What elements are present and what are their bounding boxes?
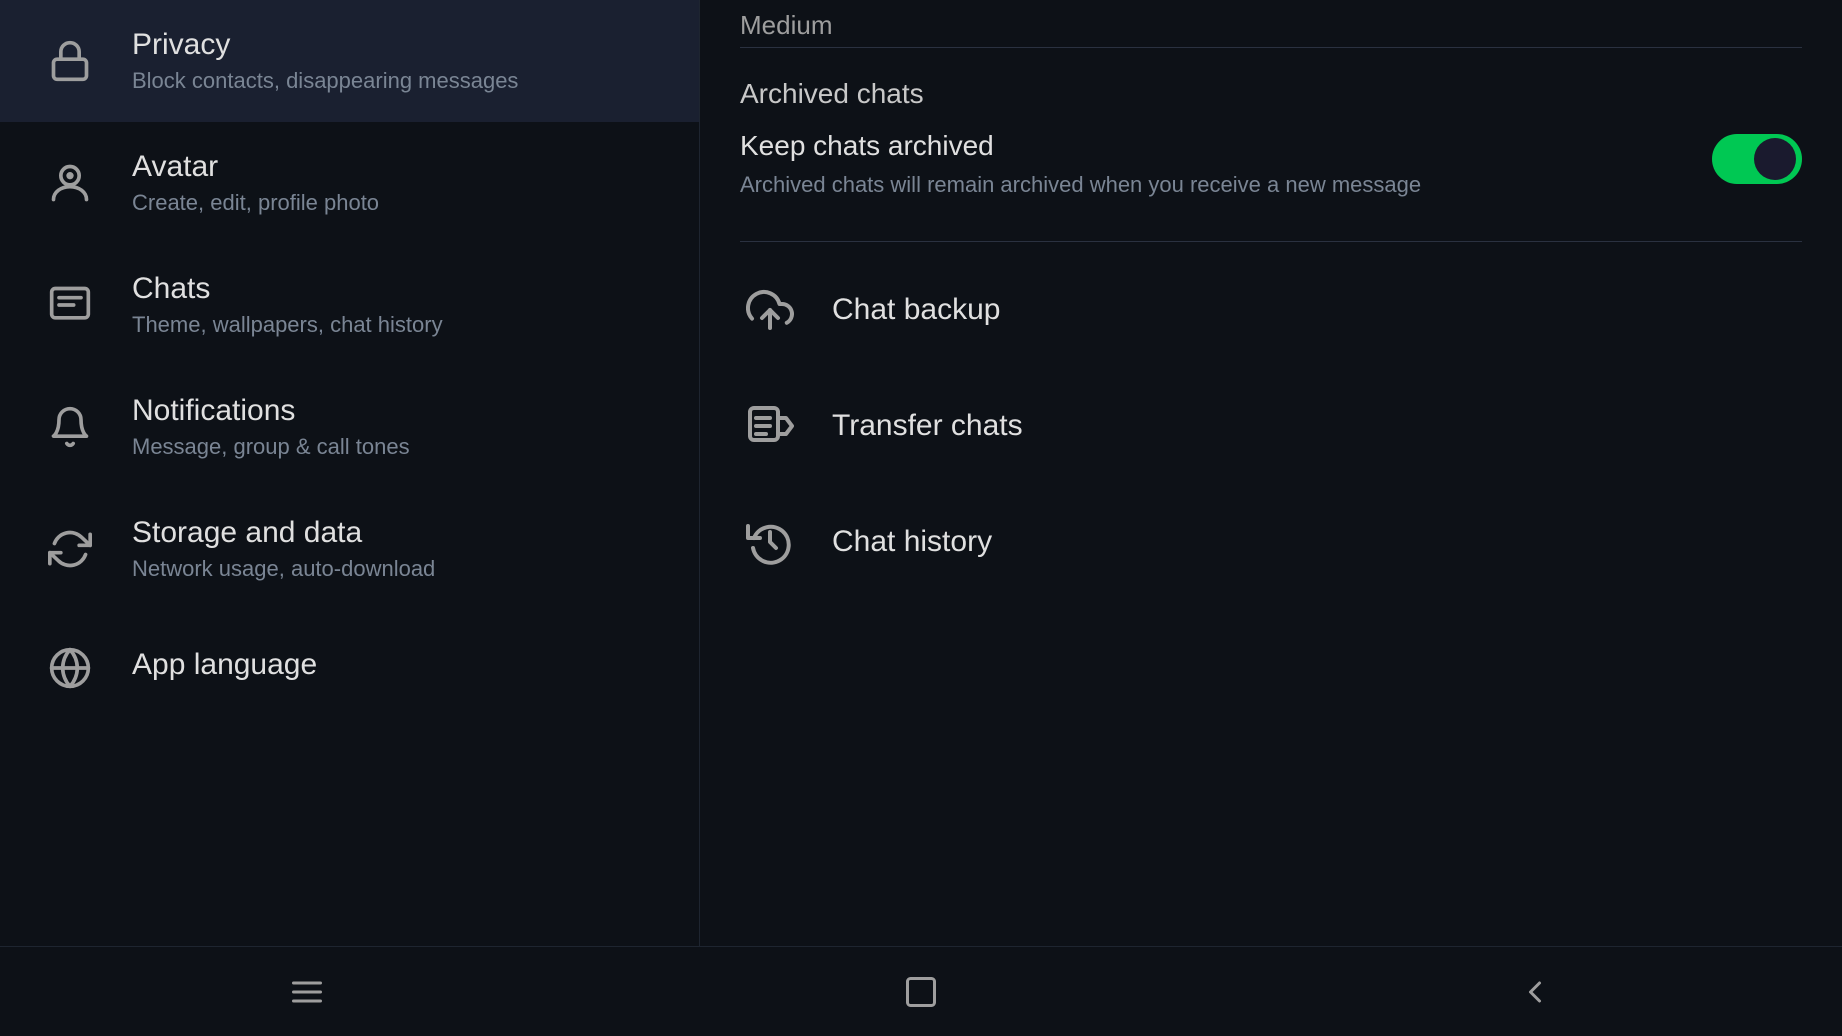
- notifications-text: Notifications Message, group & call tone…: [132, 394, 410, 460]
- top-label: Medium: [740, 0, 1802, 47]
- avatar-subtitle: Create, edit, profile photo: [132, 190, 379, 216]
- keep-archived-toggle[interactable]: [1712, 134, 1802, 184]
- chat-history-label: Chat history: [832, 525, 992, 559]
- notifications-title: Notifications: [132, 394, 410, 428]
- menu-nav-button[interactable]: [267, 962, 347, 1022]
- lock-icon: [40, 31, 100, 91]
- keep-archived-sub: Archived chats will remain archived when…: [740, 170, 1682, 201]
- chats-subtitle: Theme, wallpapers, chat history: [132, 312, 443, 338]
- transfer-icon: [740, 396, 800, 456]
- avatar-menu-item[interactable]: Avatar Create, edit, profile photo: [0, 122, 699, 244]
- globe-icon: [40, 638, 100, 698]
- chats-title: Chats: [132, 272, 443, 306]
- chat-history-item[interactable]: Chat history: [740, 484, 1802, 600]
- chat-options-section: Chat backup Transfer chats: [740, 252, 1802, 600]
- bottom-nav: [0, 946, 1842, 1036]
- privacy-menu-item[interactable]: Privacy Block contacts, disappearing mes…: [0, 0, 699, 122]
- app-language-text: App language: [132, 648, 317, 688]
- transfer-chats-label: Transfer chats: [832, 409, 1023, 443]
- app-language-title: App language: [132, 648, 317, 682]
- bell-icon: [40, 397, 100, 457]
- cloud-upload-icon: [740, 280, 800, 340]
- storage-title: Storage and data: [132, 516, 435, 550]
- archived-chats-section: Archived chats Keep chats archived Archi…: [740, 48, 1802, 241]
- chat-backup-item[interactable]: Chat backup: [740, 252, 1802, 368]
- privacy-text: Privacy Block contacts, disappearing mes…: [132, 28, 518, 94]
- left-panel: Privacy Block contacts, disappearing mes…: [0, 0, 700, 1036]
- history-icon: [740, 512, 800, 572]
- archived-chats-title: Archived chats: [740, 58, 1802, 110]
- avatar-icon: [40, 153, 100, 213]
- keep-archived-main: Keep chats archived: [740, 130, 1682, 162]
- notifications-menu-item[interactable]: Notifications Message, group & call tone…: [0, 366, 699, 488]
- privacy-subtitle: Block contacts, disappearing messages: [132, 68, 518, 94]
- keep-archived-text: Keep chats archived Archived chats will …: [740, 130, 1712, 201]
- app-language-menu-item[interactable]: App language: [0, 610, 699, 726]
- avatar-text: Avatar Create, edit, profile photo: [132, 150, 379, 216]
- storage-text: Storage and data Network usage, auto-dow…: [132, 516, 435, 582]
- chats-icon: [40, 275, 100, 335]
- transfer-chats-item[interactable]: Transfer chats: [740, 368, 1802, 484]
- home-nav-button[interactable]: [881, 962, 961, 1022]
- mid-divider: [740, 241, 1802, 242]
- toggle-knob: [1754, 138, 1796, 180]
- storage-subtitle: Network usage, auto-download: [132, 556, 435, 582]
- chats-menu-item[interactable]: Chats Theme, wallpapers, chat history: [0, 244, 699, 366]
- privacy-title: Privacy: [132, 28, 518, 62]
- storage-icon: [40, 519, 100, 579]
- chat-backup-label: Chat backup: [832, 293, 1000, 327]
- avatar-title: Avatar: [132, 150, 379, 184]
- notifications-subtitle: Message, group & call tones: [132, 434, 410, 460]
- chats-text: Chats Theme, wallpapers, chat history: [132, 272, 443, 338]
- back-nav-button[interactable]: [1495, 962, 1575, 1022]
- keep-archived-row: Keep chats archived Archived chats will …: [740, 110, 1802, 221]
- storage-menu-item[interactable]: Storage and data Network usage, auto-dow…: [0, 488, 699, 610]
- right-panel: Medium Archived chats Keep chats archive…: [700, 0, 1842, 1036]
